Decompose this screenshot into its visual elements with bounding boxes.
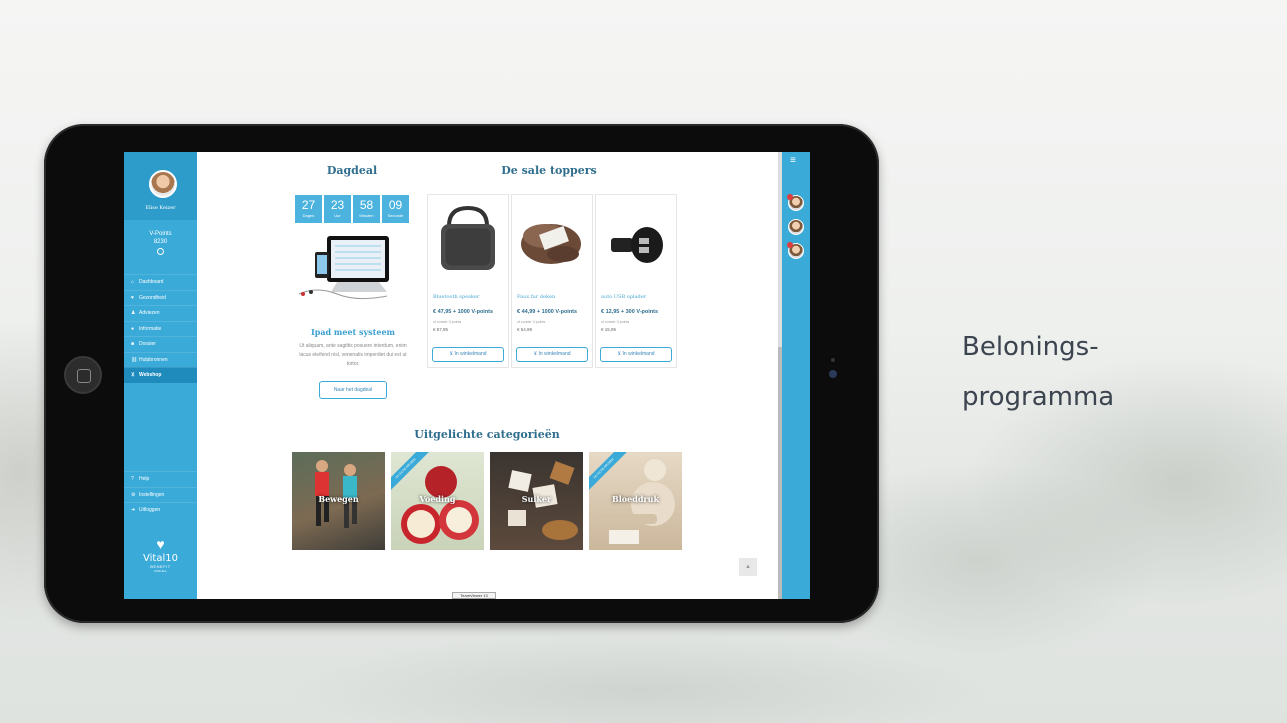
menu-icon[interactable]: ≡ <box>790 156 796 166</box>
product-card: auto USB oplader € 12,95 + 300 V-points … <box>595 194 677 368</box>
category-label: Suiker <box>521 494 552 504</box>
category-bewegen[interactable]: Bewegen <box>292 452 385 550</box>
sidebar-nav: ⌂ Dashboard ♥ Gezondheid ♟ Adviezen ● Inform… <box>124 274 197 383</box>
sensor <box>831 358 835 362</box>
category-label: Bloeddruk <box>612 494 659 504</box>
sidebar-item-help[interactable]: ? Help <box>124 471 197 487</box>
teamviewer-label: TeamViewer 13 <box>452 592 496 599</box>
sidebar-item-label: Dossier <box>139 341 156 347</box>
usb-charger-image[interactable] <box>597 196 675 288</box>
categories-heading: Uitgelichte categorieën <box>414 428 560 441</box>
category-label: Bewegen <box>318 494 359 504</box>
blanket-image[interactable] <box>513 196 591 288</box>
ipad-meet-systeem-image[interactable] <box>297 234 407 304</box>
logout-icon: ➜ <box>131 507 136 513</box>
sale-heading: De sale toppers <box>501 164 597 177</box>
countdown-minutes: 58 Minuten <box>353 195 380 223</box>
main-content: Dagdeal De sale toppers 27 Dagen 23 Uur 58… <box>197 152 777 599</box>
sidebar-item-informatie[interactable]: ● Informatie <box>124 320 197 337</box>
product-name[interactable]: Bluetooth speaker <box>433 294 479 300</box>
link-icon: ⛓ <box>131 356 138 363</box>
product-alt-label: of zonder V-points <box>601 320 630 324</box>
home-icon: ⌂ <box>131 279 135 285</box>
countdown-days: 27 Dagen <box>295 195 322 223</box>
avatar[interactable] <box>149 170 177 198</box>
sidebar-item-gezondheid[interactable]: ♥ Gezondheid <box>124 289 197 306</box>
speaker-image[interactable] <box>429 196 507 288</box>
sidebar-item-label: Instellingen <box>139 491 165 498</box>
info-icon: ● <box>131 325 135 332</box>
sidebar-item-label: Webshop <box>139 372 162 378</box>
user-icon: ♟ <box>131 310 136 316</box>
gear-icon: ⚙ <box>131 491 136 498</box>
product-alt-price: € 54,99 <box>517 327 533 332</box>
points-box: V-Points 8230 <box>124 230 197 278</box>
product-price: € 44,99 + 1000 V-points <box>517 309 578 315</box>
points-label: V-Points <box>149 231 172 237</box>
naar-dagdeal-button[interactable]: Naar het dagdeal <box>319 381 387 399</box>
countdown-hours: 23 Uur <box>324 195 351 223</box>
logo-brand: Vital10 <box>143 553 178 564</box>
sidebar-item-label: Uitloggen <box>139 507 161 513</box>
points-value: 8230 <box>153 239 168 245</box>
slide-title: Belonings- programma <box>962 332 1115 412</box>
add-to-cart-button[interactable]: ⊻ In winkelmand <box>432 347 504 362</box>
vital10-logo: ♥ Vital10 BENEFIT FOR ALL <box>124 537 197 573</box>
dagdeal-heading: Dagdeal <box>326 164 378 177</box>
product-card: Bluetooth speaker € 47,95 + 1000 V-point… <box>427 194 509 368</box>
product-name[interactable]: Faux fur deken <box>517 294 555 300</box>
dagdeal-product-title[interactable]: Ipad meet systeem <box>297 327 409 337</box>
product-alt-label: of zonder V-points <box>517 320 546 324</box>
sidebar-item-hulpbronnen[interactable]: ⛓ Hulpbronnen <box>124 351 197 368</box>
product-alt-label: of zonder V-points <box>433 320 462 324</box>
add-to-cart-button[interactable]: ⊻ In winkelmand <box>600 347 672 362</box>
camera <box>829 370 837 378</box>
add-to-cart-button[interactable]: ⊻ In winkelmand <box>516 347 588 362</box>
dagdeal-description: Ut aliquam, ante sagittis posuere interd… <box>299 343 407 367</box>
cart-icon: ⊻ <box>131 372 135 378</box>
sidebar-bottom-nav: ? Help ⚙ Instellingen ➜ Uitloggen <box>124 471 197 518</box>
category-bloeddruk[interactable]: NU ACTIE PRIJZEN Bloeddruk <box>589 452 682 550</box>
sidebar-item-label: Hulpbronnen <box>139 356 168 363</box>
folder-icon: ■ <box>131 341 135 347</box>
product-card: Faux fur deken € 44,99 + 1000 V-points o… <box>511 194 593 368</box>
sidebar-item-label: Dashboard <box>139 279 164 285</box>
home-button <box>64 356 102 394</box>
notification-badge <box>787 242 793 248</box>
countdown-timer: 27 Dagen 23 Uur 58 Minuten 09 Seconde <box>295 195 409 223</box>
sidebar: Elise Keizer V-Points 8230 ⌂ Dashboard ♥ G… <box>124 152 197 599</box>
product-alt-price: € 57,95 <box>433 327 449 332</box>
points-info-icon[interactable] <box>157 248 164 255</box>
scroll-to-top-button[interactable]: ▲ <box>739 558 757 576</box>
category-label: Voeding <box>419 494 456 504</box>
sidebar-item-webshop[interactable]: ⊻ Webshop <box>124 367 197 383</box>
sidebar-item-instellingen[interactable]: ⚙ Instellingen <box>124 486 197 503</box>
tablet-screen: Elise Keizer V-Points 8230 ⌂ Dashboard ♥ G… <box>124 152 783 599</box>
product-price: € 12,95 + 300 V-points <box>601 309 659 315</box>
sidebar-item-label: Informatie <box>139 325 162 332</box>
notification-avatar[interactable] <box>787 194 804 211</box>
user-name: Elise Keizer <box>145 205 176 211</box>
sidebar-item-label: Adviezen <box>139 310 160 316</box>
sidebar-item-dossier[interactable]: ■ Dossier <box>124 336 197 352</box>
category-voeding[interactable]: NU ACTIE PRIJZEN Voeding <box>391 452 484 550</box>
notification-avatar[interactable] <box>788 219 804 235</box>
logo-tagline-2: FOR ALL <box>154 569 167 573</box>
sidebar-item-dashboard[interactable]: ⌂ Dashboard <box>124 274 197 290</box>
heart-icon: ♥ <box>131 294 134 301</box>
product-alt-price: € 15,95 <box>601 327 617 332</box>
sidebar-item-uitloggen[interactable]: ➜ Uitloggen <box>124 502 197 518</box>
product-price: € 47,95 + 1000 V-points <box>433 309 494 315</box>
notification-badge <box>787 194 793 200</box>
help-icon: ? <box>131 476 134 482</box>
sidebar-item-adviezen[interactable]: ♟ Adviezen <box>124 305 197 321</box>
notification-avatar[interactable] <box>787 242 804 259</box>
product-name[interactable]: auto USB oplader <box>601 294 646 300</box>
heart-logo-icon: ♥ <box>156 536 165 552</box>
sidebar-item-label: Gezondheid <box>139 294 166 301</box>
countdown-seconds: 09 Seconde <box>382 195 409 223</box>
sidebar-item-label: Help <box>139 476 150 482</box>
category-suiker[interactable]: Suiker <box>490 452 583 550</box>
